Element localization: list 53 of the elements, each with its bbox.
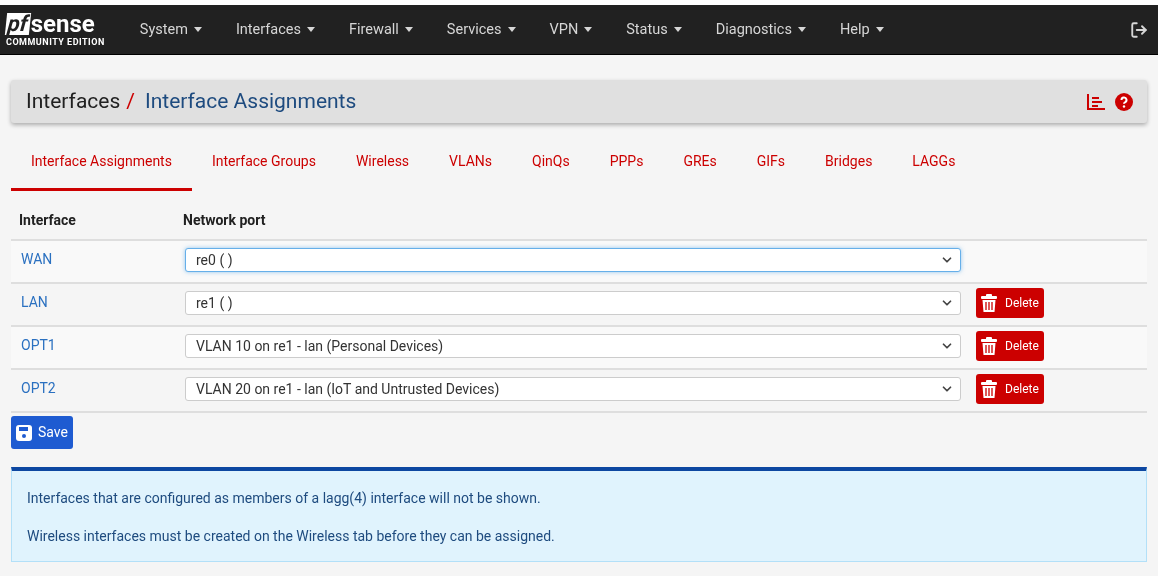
nav-menu[interactable]: Interfaces (218, 18, 332, 41)
caret-icon (673, 27, 682, 32)
tab[interactable]: Wireless (335, 149, 430, 191)
chart-icon[interactable] (1087, 93, 1105, 110)
column-header: Interface (19, 211, 77, 230)
save-button[interactable]: Save (11, 416, 73, 449)
trash-icon (981, 294, 997, 312)
interface-link[interactable]: OPT1 (21, 334, 185, 368)
tab[interactable]: VLANs (429, 149, 513, 191)
tab[interactable]: GREs (663, 149, 737, 191)
breadcrumb-separator: / (126, 87, 135, 115)
delete-button[interactable]: Delete (976, 374, 1044, 404)
port-select[interactable]: VLAN 20 on re1 - lan (IoT and Untrusted Devices) (185, 377, 961, 401)
nav-menu[interactable]: Services (429, 18, 533, 41)
save-icon (16, 424, 32, 441)
nav-menu[interactable]: Help (822, 18, 901, 41)
nav-menu[interactable]: Diagnostics (698, 18, 823, 41)
breadcrumb-parent[interactable]: Interfaces (26, 85, 121, 118)
caret-icon (307, 27, 315, 32)
tab[interactable]: Interface Assignments (11, 149, 192, 191)
delete-button[interactable]: Delete (976, 288, 1044, 318)
logo[interactable]: pfsense COMMUNITY EDITION (6, 12, 105, 47)
nav-menu[interactable]: VPN (532, 18, 610, 41)
interface-link[interactable]: LAN (21, 291, 185, 325)
nav-menu[interactable]: Status (609, 18, 699, 41)
caret-icon (193, 27, 202, 32)
port-select[interactable]: re1 ( ) (185, 291, 961, 315)
trash-icon (981, 380, 997, 398)
nav-menu[interactable]: Firewall (332, 18, 430, 41)
port-select[interactable]: re0 ( ) (185, 248, 961, 272)
caret-icon (507, 27, 516, 32)
caret-icon (797, 27, 806, 32)
help-icon[interactable] (1115, 92, 1133, 111)
info-text: Wireless interfaces must be created on the Wireless tab before they can be assigned. (27, 527, 556, 546)
delete-button[interactable]: Delete (976, 331, 1044, 361)
interface-link[interactable]: OPT2 (21, 377, 185, 411)
tab[interactable]: PPPs (589, 149, 664, 191)
tab[interactable]: LAGGs (892, 149, 976, 191)
trash-icon (981, 337, 997, 355)
logout-icon[interactable] (1130, 20, 1148, 39)
port-select[interactable]: VLAN 10 on re1 - lan (Personal Devices) (185, 334, 961, 358)
column-header: Network port (183, 211, 266, 230)
caret-icon (584, 27, 593, 32)
tab[interactable]: Interface Groups (191, 149, 336, 191)
tab[interactable]: GIFs (736, 149, 806, 191)
caret-icon (875, 27, 884, 32)
nav-menu[interactable]: System (122, 18, 219, 41)
tab[interactable]: Bridges (805, 149, 893, 191)
info-text: Interfaces that are configured as members of a lagg(4) interface will not be shown. (27, 489, 542, 509)
caret-icon (404, 27, 413, 32)
interface-link[interactable]: WAN (21, 248, 185, 282)
page-title: Interface Assignments (144, 87, 357, 115)
tab[interactable]: QinQs (512, 149, 590, 191)
